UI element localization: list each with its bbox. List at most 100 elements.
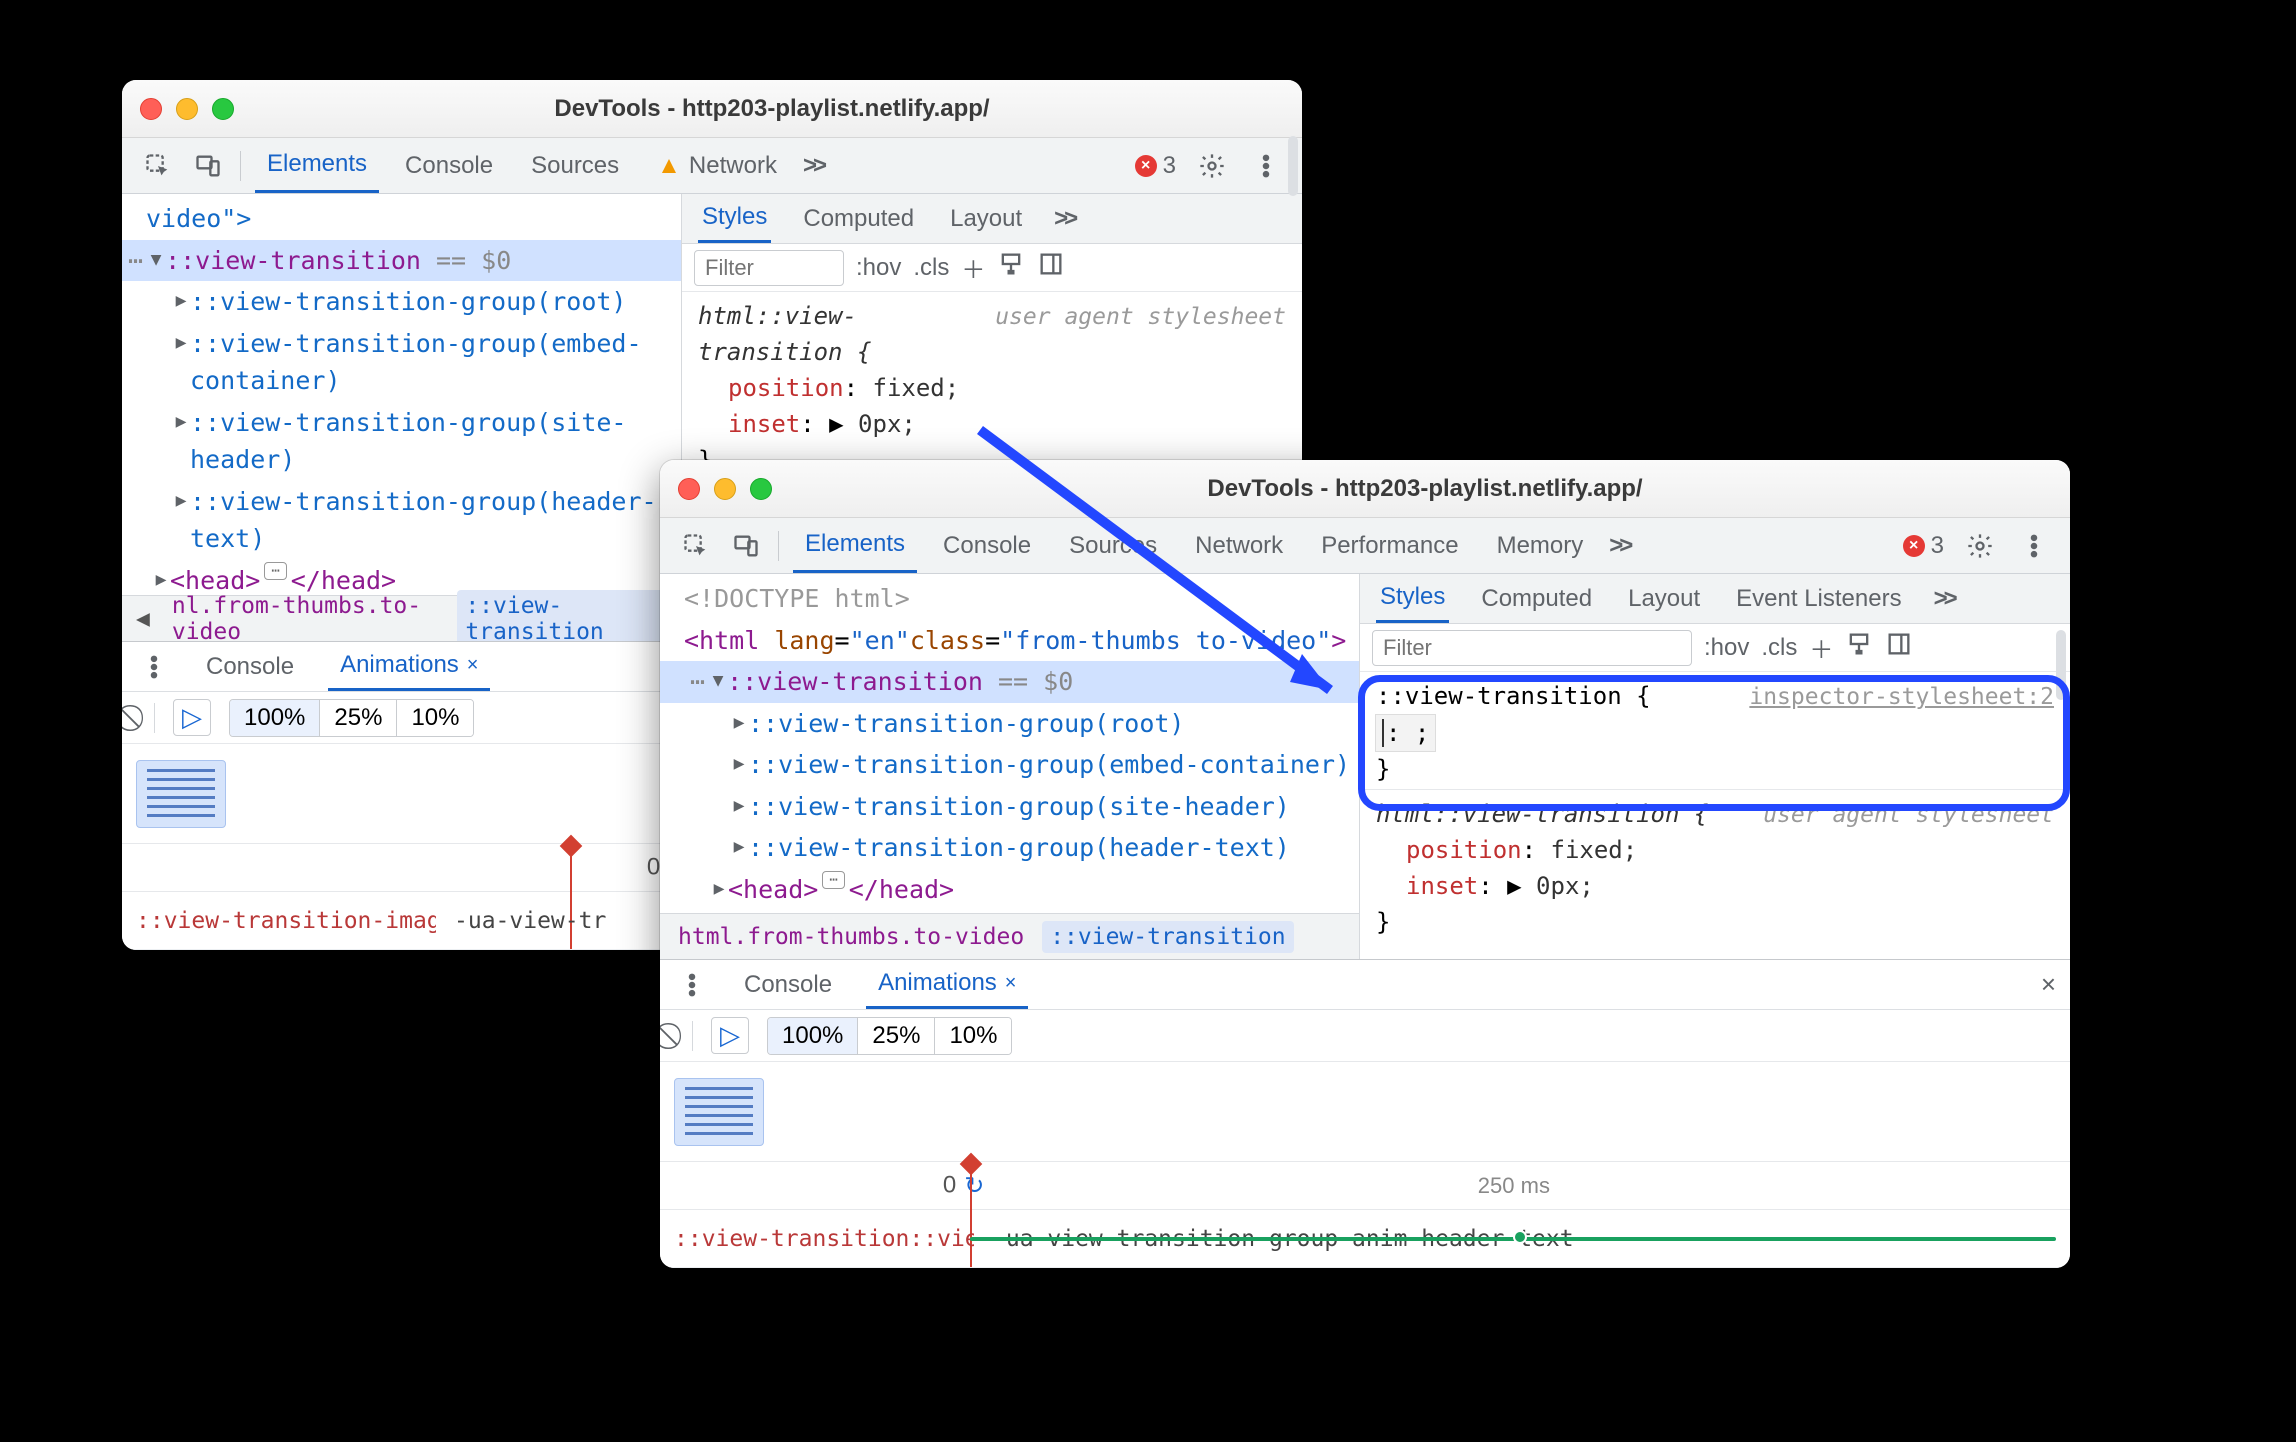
css-prop-name[interactable]: position: [728, 374, 844, 402]
dom-node-html[interactable]: <html lang="en" class="from-thumbs to-vi…: [660, 620, 1359, 662]
close-drawer-icon[interactable]: ×: [2041, 969, 2056, 1000]
breadcrumb-html[interactable]: html.from-thumbs.to-video: [670, 921, 1032, 953]
css-prop-value[interactable]: fixed;: [1551, 836, 1638, 864]
gear-icon[interactable]: [1962, 528, 1998, 564]
speed-25[interactable]: 25%: [320, 700, 397, 736]
style-rule-user-agent[interactable]: html::view-transition {user agent styles…: [1360, 790, 2070, 943]
speed-10[interactable]: 10%: [397, 700, 473, 736]
dom-tree[interactable]: <!DOCTYPE html> <html lang="en" class="f…: [660, 574, 1359, 913]
more-tabs-icon[interactable]: >>: [803, 152, 829, 180]
css-prop-value[interactable]: 0px;: [858, 410, 916, 438]
collapsed-ellipsis-icon[interactable]: ⋯: [822, 871, 844, 889]
plus-icon[interactable]: ＋: [1809, 630, 1833, 665]
speed-100[interactable]: 100%: [768, 1018, 858, 1054]
hov-toggle[interactable]: :hov: [1704, 634, 1749, 662]
css-new-prop-cursor[interactable]: : ;: [1382, 719, 1429, 747]
kebab-icon[interactable]: [1248, 148, 1284, 184]
drawer-tab-console[interactable]: Console: [194, 642, 306, 691]
dom-tree[interactable]: video"> ⋯▼::view-transition == $0 ▶::vie…: [122, 194, 681, 595]
titlebar[interactable]: DevTools - http203-playlist.netlify.app/: [122, 80, 1302, 138]
animation-thumbnail[interactable]: [136, 760, 226, 828]
zoom-window-button[interactable]: [750, 478, 772, 500]
dom-node-group-site-header[interactable]: ▶::view-transition-group(site-header): [122, 402, 681, 481]
subtab-layout[interactable]: Layout: [946, 194, 1026, 243]
dom-node-view-transition[interactable]: ⋯▼::view-transition == $0: [660, 661, 1359, 703]
css-prop-value[interactable]: fixed;: [873, 374, 960, 402]
css-prop-value[interactable]: 0px;: [1536, 872, 1594, 900]
close-tab-icon[interactable]: ×: [467, 654, 479, 677]
dom-node-head[interactable]: ▶<head>⋯</head>: [660, 869, 1359, 911]
tab-elements[interactable]: Elements: [255, 138, 379, 193]
css-prop-name[interactable]: inset: [1406, 872, 1478, 900]
dom-node-video[interactable]: video">: [122, 198, 681, 240]
plus-icon[interactable]: ＋: [961, 250, 985, 285]
collapsed-ellipsis-icon[interactable]: ⋯: [264, 562, 286, 580]
panel-layout-icon[interactable]: [1037, 250, 1065, 285]
tab-console[interactable]: Console: [931, 518, 1043, 573]
dom-node-group-root[interactable]: ▶::view-transition-group(root): [660, 703, 1359, 745]
filter-input[interactable]: [694, 250, 844, 286]
animation-track[interactable]: [970, 1237, 2056, 1241]
inspect-icon[interactable]: [140, 148, 176, 184]
css-prop-name[interactable]: position: [1406, 836, 1522, 864]
error-count-badge[interactable]: ×3: [1903, 532, 1944, 560]
tab-memory[interactable]: Memory: [1485, 518, 1596, 573]
dom-node-group-header-text[interactable]: ▶::view-transition-group(header-text): [122, 481, 681, 560]
tab-network[interactable]: Network: [1183, 518, 1295, 573]
subtab-computed[interactable]: Computed: [1477, 574, 1596, 623]
tab-network[interactable]: ▲Network: [645, 138, 789, 193]
subtab-styles[interactable]: Styles: [1376, 574, 1449, 623]
breadcrumb-view-transition[interactable]: ::view-transition: [457, 590, 671, 648]
panel-layout-icon[interactable]: [1885, 630, 1913, 665]
error-count-badge[interactable]: ×3: [1135, 152, 1176, 180]
more-subtabs-icon[interactable]: >>: [1054, 205, 1080, 233]
play-icon[interactable]: ▷: [711, 1017, 749, 1054]
refresh-icon[interactable]: ↻: [964, 1171, 984, 1200]
breadcrumb-view-transition[interactable]: ::view-transition: [1042, 921, 1293, 953]
dom-node-group-site-header[interactable]: ▶::view-transition-group(site-header): [660, 786, 1359, 828]
filter-input[interactable]: [1372, 630, 1692, 666]
inspect-icon[interactable]: [678, 528, 714, 564]
cls-toggle[interactable]: .cls: [1761, 634, 1797, 662]
kebab-icon[interactable]: [674, 967, 710, 1003]
breadcrumb[interactable]: html.from-thumbs.to-video ::view-transit…: [660, 913, 1359, 959]
close-tab-icon[interactable]: ×: [1005, 972, 1017, 995]
animation-row[interactable]: ::view-transition::vie -ua-view-transiti…: [660, 1210, 2070, 1268]
cls-toggle[interactable]: .cls: [913, 254, 949, 282]
animation-thumbnail[interactable]: [674, 1078, 764, 1146]
subtab-computed[interactable]: Computed: [799, 194, 918, 243]
speed-10[interactable]: 10%: [935, 1018, 1011, 1054]
close-window-button[interactable]: [678, 478, 700, 500]
speed-100[interactable]: 100%: [230, 700, 320, 736]
more-tabs-icon[interactable]: >>: [1609, 532, 1635, 560]
minimize-window-button[interactable]: [714, 478, 736, 500]
close-window-button[interactable]: [140, 98, 162, 120]
device-icon[interactable]: [190, 148, 226, 184]
subtab-event-listeners[interactable]: Event Listeners: [1732, 574, 1905, 623]
animation-timeline-header[interactable]: 0 ↻ 250 ms: [660, 1162, 2070, 1210]
css-prop-name[interactable]: inset: [728, 410, 800, 438]
titlebar[interactable]: DevTools - http203-playlist.netlify.app/: [660, 460, 2070, 518]
breadcrumb-back-icon[interactable]: ◀: [132, 606, 154, 632]
style-rule-user-agent[interactable]: html::view-transition {user agent styles…: [682, 292, 1302, 480]
hov-toggle[interactable]: :hov: [856, 254, 901, 282]
tab-sources[interactable]: Sources: [519, 138, 631, 193]
tab-console[interactable]: Console: [393, 138, 505, 193]
kebab-icon[interactable]: [2016, 528, 2052, 564]
tab-elements[interactable]: Elements: [793, 518, 917, 573]
kebab-icon[interactable]: [136, 649, 172, 685]
dom-node-group-root[interactable]: ▶::view-transition-group(root): [122, 281, 681, 323]
dom-node-view-transition[interactable]: ⋯▼::view-transition == $0: [122, 240, 681, 282]
subtab-layout[interactable]: Layout: [1624, 574, 1704, 623]
breadcrumb-html[interactable]: nl.from-thumbs.to-video: [164, 590, 447, 648]
style-rule-inspector-new[interactable]: ::view-transition {inspector-stylesheet:…: [1360, 672, 2070, 790]
drawer-tab-console[interactable]: Console: [732, 960, 844, 1009]
animation-thumbnail-list[interactable]: [660, 1062, 2070, 1162]
dom-node-group-embed[interactable]: ▶::view-transition-group(embed-container…: [660, 744, 1359, 786]
breadcrumb[interactable]: ◀ nl.from-thumbs.to-video ::view-transit…: [122, 595, 681, 641]
dom-node-group-header-text[interactable]: ▶::view-transition-group(header-text): [660, 827, 1359, 869]
stylesheet-source-link[interactable]: inspector-stylesheet:2: [1749, 680, 2054, 715]
drawer-tab-animations[interactable]: Animations ×: [328, 642, 490, 691]
paint-icon[interactable]: [997, 250, 1025, 285]
play-icon[interactable]: ▷: [173, 699, 211, 736]
